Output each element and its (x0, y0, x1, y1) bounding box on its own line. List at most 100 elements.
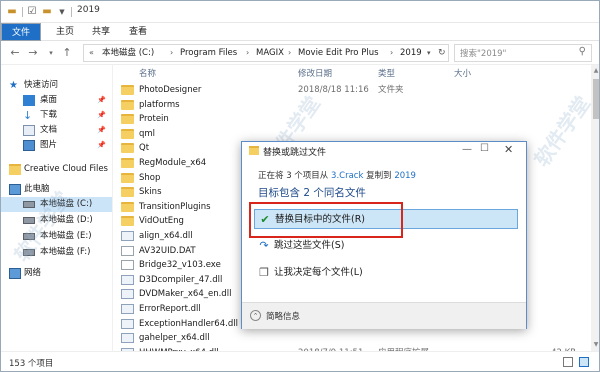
breadcrumb-program-files[interactable]: Program Files (180, 45, 237, 61)
close-icon[interactable]: ✕ (504, 143, 513, 156)
search-input[interactable]: 搜索"2019" (460, 47, 506, 59)
address-bar[interactable]: « 本地磁盘 (C:) › Program Files › MAGIX › Mo… (83, 44, 449, 62)
chevron-down-icon[interactable]: ▾ (427, 45, 431, 61)
pin-icon[interactable]: 📌 (97, 108, 106, 123)
explorer-window: ▬ ☑ ▬ ▼ 2019 文件 主页 共享 查看 ← → ▾ ↑ « 本地磁盘 … (0, 0, 600, 372)
dest-link[interactable]: 2019 (394, 171, 416, 181)
column-header-type[interactable]: 类型 (378, 67, 395, 81)
file-row[interactable]: gahelper_x64.dll (120, 331, 590, 345)
pin-icon[interactable]: 📌 (97, 138, 106, 153)
breadcrumb-2019[interactable]: 2019 (400, 45, 422, 61)
breadcrumb-magix[interactable]: MAGIX (256, 45, 284, 61)
pin-icon[interactable]: 📌 (97, 123, 106, 138)
file-name: gahelper_x64.dll (139, 333, 210, 344)
file-name: align_x64.dll (139, 231, 193, 241)
sidebar-item-creative-cloud[interactable]: Creative Cloud Files (1, 162, 112, 177)
address-row: ← → ▾ ↑ « 本地磁盘 (C:) › Program Files › MA… (1, 41, 599, 65)
column-header-size[interactable]: 大小 (454, 67, 471, 81)
properties-icon[interactable]: ☑ (26, 6, 38, 18)
pin-icon[interactable]: 📌 (97, 93, 106, 108)
file-name: AV32UID.DAT (139, 245, 196, 256)
tab-view[interactable]: 查看 (122, 23, 154, 41)
ribbon-tabs: 文件 主页 共享 查看 (1, 23, 599, 41)
sidebar-item-downloads[interactable]: ↓ 下载 📌 (1, 108, 112, 123)
file-row[interactable]: platforms (120, 98, 590, 112)
breadcrumb-drive-c[interactable]: 本地磁盘 (C:) (102, 45, 154, 61)
highlight-box (249, 202, 403, 238)
file-row[interactable]: Protein (120, 112, 590, 126)
file-name: VidOutEng (139, 216, 184, 227)
details-toggle[interactable]: 简略信息 (266, 310, 300, 322)
network-icon (9, 268, 21, 279)
refresh-icon[interactable]: ↻ (438, 45, 446, 61)
documents-icon: ❐ (259, 266, 269, 279)
file-name: Qt (139, 143, 150, 154)
minimize-icon[interactable]: — (462, 144, 472, 155)
scroll-up-icon[interactable]: ▲ (592, 67, 599, 75)
breadcrumb-movie-edit-pro[interactable]: Movie Edit Pro Plus (298, 45, 379, 61)
source-link[interactable]: 3.Crack (331, 171, 363, 181)
drive-icon (23, 201, 35, 208)
file-icon (121, 289, 134, 300)
sidebar-item-desktop[interactable]: 桌面 📌 (1, 93, 112, 108)
back-arrow-icon[interactable]: ← (7, 45, 23, 61)
cloud-icon (9, 164, 21, 175)
recent-chevron-icon[interactable]: ▾ (43, 45, 59, 61)
file-icon (121, 260, 134, 271)
folder-icon (121, 216, 134, 227)
chevron-down-icon[interactable]: ▼ (56, 6, 68, 18)
dialog-footer: ⌃ 简略信息 (242, 302, 526, 329)
document-icon (23, 125, 35, 136)
file-name: DVDMaker_x64_en.dll (139, 289, 232, 300)
file-name: Skins (139, 187, 162, 198)
sidebar-item-pictures[interactable]: 图片 📌 (1, 138, 112, 153)
column-header-name[interactable]: 名称 (139, 67, 156, 81)
decide-each-option[interactable]: ❐ 让我决定每个文件(L) (254, 263, 518, 283)
picture-icon (23, 140, 35, 151)
divider (71, 7, 72, 17)
file-icon (121, 333, 134, 344)
file-icon (121, 274, 134, 285)
folder-icon (121, 114, 134, 125)
sidebar-item-network[interactable]: 网络 (1, 266, 112, 281)
maximize-icon[interactable]: ☐ (480, 143, 489, 154)
up-arrow-icon[interactable]: ↑ (59, 45, 75, 61)
file-name: PhotoDesigner (139, 85, 202, 95)
new-folder-icon[interactable]: ▬ (41, 6, 53, 18)
skip-files-option[interactable]: ↷ 跳过这些文件(S) (254, 236, 518, 256)
search-box[interactable]: 搜索"2019" ⚲ (454, 44, 592, 62)
file-name: D3Dcompiler_47.dll (139, 274, 223, 285)
tab-home[interactable]: 主页 (49, 23, 81, 41)
chevron-right-icon: › (390, 48, 394, 57)
details-view-icon[interactable] (563, 357, 573, 367)
file-icon (121, 231, 134, 241)
tab-file[interactable]: 文件 (1, 23, 41, 41)
file-row[interactable]: qml (120, 127, 590, 141)
file-icon (121, 304, 134, 314)
search-icon[interactable]: ⚲ (579, 46, 586, 57)
collapse-details-icon[interactable]: ⌃ (250, 310, 261, 321)
title-bar: ▬ ☑ ▬ ▼ 2019 (1, 1, 599, 23)
desktop-icon (23, 95, 35, 106)
column-header-date[interactable]: 修改日期 (298, 67, 332, 81)
scrollbar-thumb[interactable] (593, 79, 599, 119)
file-name: ErrorReport.dll (139, 304, 201, 314)
file-name: Protein (139, 114, 169, 125)
dialog-title-bar: 替换或跳过文件 — ☐ ✕ (242, 142, 526, 160)
chevron-right-icon: › (170, 48, 174, 57)
forward-arrow-icon[interactable]: → (25, 45, 41, 61)
computer-icon (9, 184, 21, 195)
tab-share[interactable]: 共享 (85, 23, 117, 41)
chevron-right-icon: › (246, 48, 250, 57)
folder-icon (121, 201, 134, 212)
progress-prefix: 正在将 3 个项目从 (258, 171, 329, 181)
item-count: 153 个项目 (9, 359, 54, 369)
progress-mid: 复制到 (366, 171, 392, 181)
file-row[interactable]: PhotoDesigner 2018/8/18 11:16 文件夹 (120, 83, 590, 97)
scroll-down-icon[interactable]: ▼ (592, 341, 599, 349)
sidebar-item-quick-access[interactable]: ★ 快速访问 (1, 78, 112, 93)
progress-text: 正在将 3 个项目从 3.Crack 复制到 2019 (258, 169, 416, 181)
overflow-chevron[interactable]: « (89, 45, 94, 61)
large-icons-view-icon[interactable] (579, 357, 589, 367)
sidebar-item-documents[interactable]: 文档 📌 (1, 123, 112, 138)
